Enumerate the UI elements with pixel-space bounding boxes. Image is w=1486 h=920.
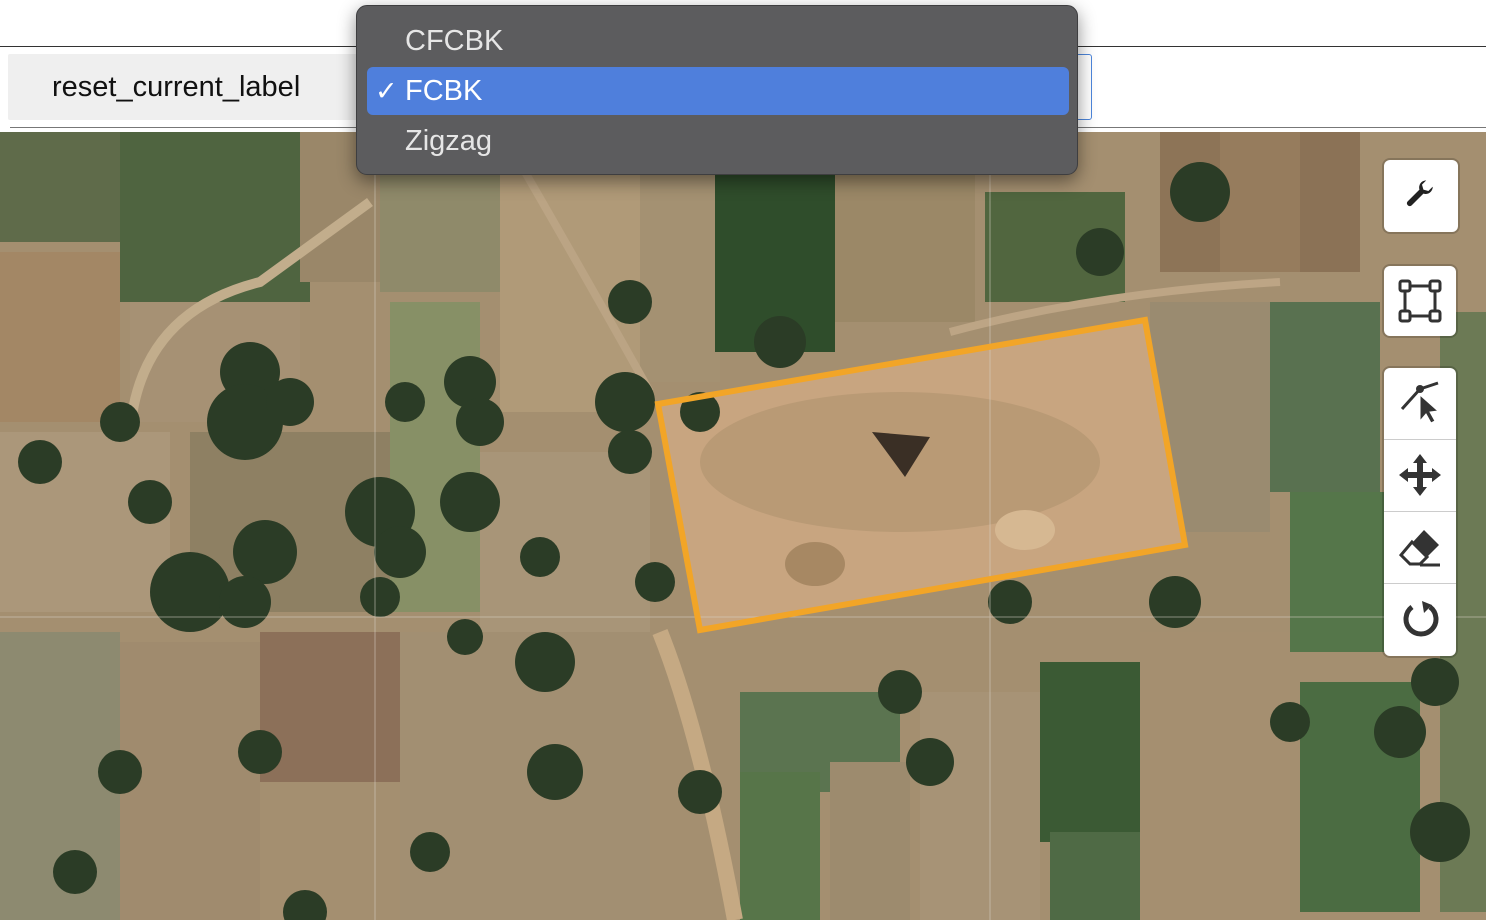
draw-rectangle-control[interactable] xyxy=(1384,266,1456,336)
reset-current-label-button[interactable]: reset_current_label xyxy=(8,54,362,120)
wrench-icon xyxy=(1384,161,1456,231)
move-icon[interactable] xyxy=(1384,440,1456,510)
wrench-control[interactable] xyxy=(1384,160,1458,232)
option-label: Zigzag xyxy=(405,125,493,157)
rotate-icon[interactable] xyxy=(1384,584,1456,654)
satellite-map[interactable] xyxy=(0,132,1486,920)
satellite-imagery xyxy=(0,132,1486,920)
eraser-icon[interactable] xyxy=(1384,512,1456,582)
option-fcbk[interactable]: ✓ FCBK xyxy=(367,67,1069,115)
option-zigzag[interactable]: Zigzag xyxy=(367,117,1069,165)
edit-controls-group xyxy=(1384,368,1456,656)
option-cfcbk[interactable]: CFCBK xyxy=(367,17,1069,65)
option-label: FCBK xyxy=(405,75,483,107)
label-dropdown-menu: CFCBK ✓ FCBK Zigzag xyxy=(356,5,1078,175)
checkmark-icon: ✓ xyxy=(375,76,398,106)
draw-rectangle-icon xyxy=(1384,266,1456,336)
option-label: CFCBK xyxy=(405,25,504,57)
edit-vertex-icon[interactable] xyxy=(1384,368,1456,438)
